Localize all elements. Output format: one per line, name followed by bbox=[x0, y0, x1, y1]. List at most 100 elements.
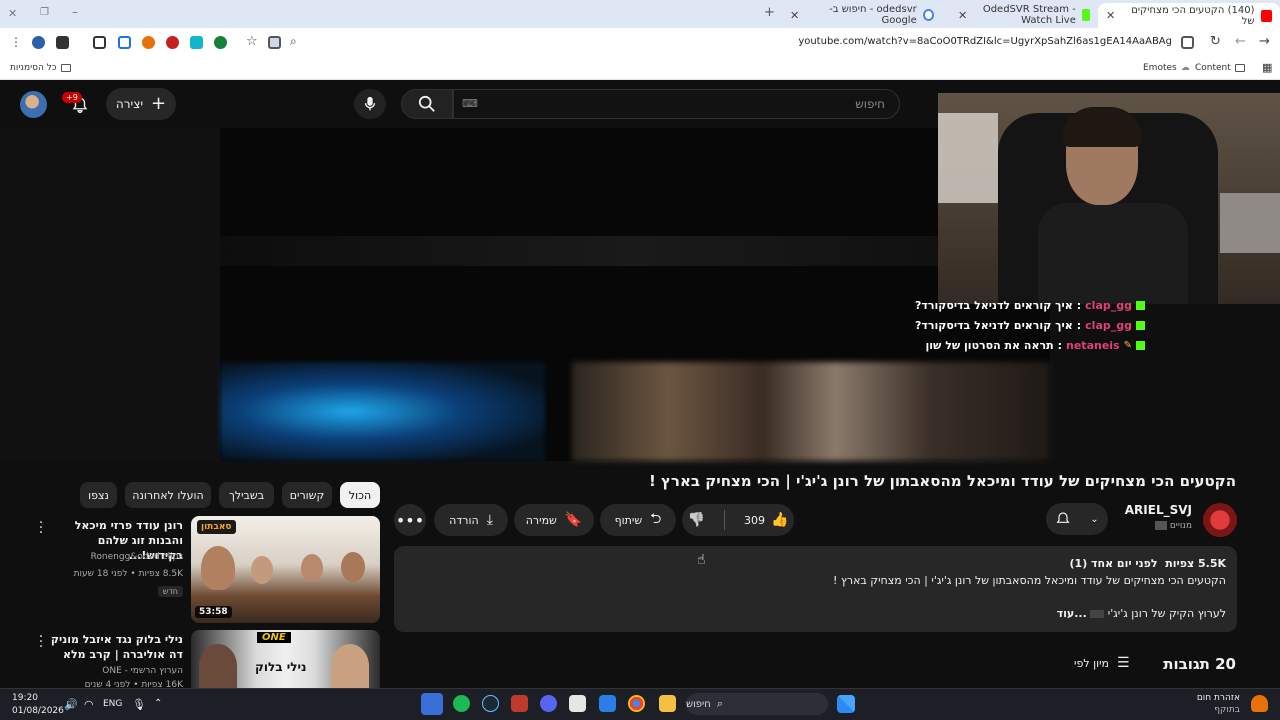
extension-icon[interactable] bbox=[190, 36, 203, 49]
chip-watched[interactable]: נצפו bbox=[80, 482, 117, 508]
search-icon bbox=[418, 95, 435, 112]
recommendation-channel[interactable]: הערוץ הרשמי - ONE bbox=[102, 666, 183, 676]
extension-icon[interactable] bbox=[142, 36, 155, 49]
clock-date[interactable]: 01/08/2026 bbox=[12, 706, 64, 716]
download-button[interactable]: ⤓ הורדה bbox=[434, 504, 508, 536]
chip-all[interactable]: הכול bbox=[340, 482, 380, 508]
share-button[interactable]: ⮌ שיתוף bbox=[600, 504, 676, 536]
clock-time[interactable]: 19:20 bbox=[12, 693, 38, 703]
microphone-icon[interactable]: 🎙 bbox=[132, 698, 146, 711]
video-frame-region bbox=[572, 362, 1050, 461]
taskbar-search[interactable]: ⌕ חיפוש bbox=[686, 693, 828, 715]
comments-count: 20 תגובות bbox=[1163, 655, 1236, 673]
app-icon[interactable] bbox=[569, 695, 586, 712]
bookmark-star-icon[interactable]: ☆ bbox=[246, 34, 258, 49]
thumbnail-fighter bbox=[199, 644, 237, 688]
save-button[interactable]: 🔖 שמירה bbox=[514, 504, 594, 536]
more-actions-button[interactable]: ••• bbox=[394, 504, 426, 536]
chip-for-you[interactable]: בשבילך bbox=[219, 482, 274, 508]
tab-google-search[interactable]: odedsvr - חיפוש ב-Google ✕ bbox=[782, 4, 942, 26]
thumbnail-fighter bbox=[331, 644, 369, 688]
thumbnail-person bbox=[341, 552, 365, 582]
video-title: הקטעים הכי מצחיקים של עודד ומיכאל מהסאבת… bbox=[648, 472, 1236, 490]
new-tab-icon[interactable]: + bbox=[764, 5, 775, 20]
address-bar: ⋮ ☆ ⌕ youtube.com/watch?v=8aCoO0TRdZI&lc… bbox=[0, 28, 1280, 58]
player-side-area bbox=[0, 128, 220, 461]
recommendation-meta: 16K צפיות • לפני 4 שנים bbox=[84, 680, 183, 688]
extensions-puzzle-icon[interactable] bbox=[93, 36, 106, 49]
extension-icon[interactable] bbox=[32, 36, 45, 49]
telegram-app-icon[interactable] bbox=[421, 693, 443, 715]
language-indicator[interactable]: ENG bbox=[103, 699, 122, 709]
like-button[interactable]: 👍 309 bbox=[744, 512, 788, 528]
video-duration: 53:58 bbox=[195, 606, 232, 618]
extension-icon[interactable] bbox=[166, 36, 179, 49]
spotify-app-icon[interactable] bbox=[453, 695, 470, 712]
chevron-up-icon[interactable]: ⌃ bbox=[154, 698, 162, 709]
back-icon[interactable]: → bbox=[1259, 34, 1270, 49]
keyboard-icon[interactable]: ⌨ bbox=[462, 97, 478, 110]
mouse-cursor-icon: ☝ bbox=[697, 552, 706, 568]
weather-alert-title[interactable]: אזהרת חום bbox=[1197, 693, 1240, 703]
close-tab-icon[interactable]: ✕ bbox=[1106, 9, 1115, 22]
app-icon[interactable] bbox=[511, 695, 528, 712]
extension-icon[interactable] bbox=[56, 36, 69, 49]
kick-icon bbox=[1136, 341, 1145, 350]
reload-icon[interactable]: ↻ bbox=[1210, 34, 1221, 49]
weather-alert-icon[interactable] bbox=[1251, 695, 1268, 712]
bookmark-content[interactable]: Content bbox=[1195, 63, 1245, 73]
tab-kick-stream[interactable]: OdedSVR Stream - Watch Live ✕ bbox=[950, 4, 1098, 26]
restore-window-icon[interactable]: ❐ bbox=[40, 7, 49, 18]
video-thumbnail[interactable]: ONE נילי בלוק bbox=[191, 630, 380, 688]
apps-grid-icon[interactable]: ▦ bbox=[1262, 61, 1272, 74]
avatar[interactable] bbox=[20, 91, 47, 118]
microphone-icon bbox=[364, 96, 376, 111]
all-bookmarks-button[interactable]: כל הסימניות bbox=[10, 63, 71, 73]
recommendation-channel[interactable]: Ronengg&oded clips bbox=[91, 552, 183, 562]
zoom-icon[interactable]: ⌕ bbox=[290, 34, 297, 49]
more-vertical-icon[interactable]: · · · bbox=[38, 516, 44, 540]
voice-search-button[interactable] bbox=[354, 89, 386, 119]
chip-related[interactable]: קשורים bbox=[282, 482, 332, 508]
menu-icon[interactable]: ⋮ bbox=[10, 35, 22, 49]
create-button[interactable]: + יצירה bbox=[106, 88, 176, 120]
close-window-icon[interactable]: ✕ bbox=[8, 7, 17, 20]
network-icon[interactable]: ◠ bbox=[84, 698, 94, 711]
bookmark-emotes[interactable]: Emotes ☁ bbox=[1143, 63, 1190, 73]
extension-icon[interactable] bbox=[118, 36, 131, 49]
site-settings-icon[interactable] bbox=[1181, 36, 1194, 49]
channel-avatar[interactable] bbox=[1203, 503, 1237, 537]
forward-icon[interactable]: ← bbox=[1235, 34, 1246, 49]
discord-app-icon[interactable] bbox=[540, 695, 557, 712]
channel-name[interactable]: ARIEL_SVJ bbox=[1125, 503, 1192, 517]
recommendation-title[interactable]: נילי בלוק נגד איזבל מוניק דה אוליברה | ק… bbox=[43, 632, 183, 662]
close-tab-icon[interactable]: ✕ bbox=[958, 9, 967, 22]
divider bbox=[724, 510, 726, 530]
tab-youtube-video[interactable]: (140) הקטעים הכי מצחיקים של ✕ bbox=[1098, 3, 1280, 28]
search-button[interactable] bbox=[401, 89, 453, 119]
steam-app-icon[interactable] bbox=[482, 695, 499, 712]
subscribed-button[interactable]: ⌄ bbox=[1046, 503, 1108, 535]
search-input[interactable]: חיפוש ⌨ bbox=[453, 89, 900, 119]
url-text[interactable]: youtube.com/watch?v=8aCoO0TRdZI&lc=UgyrX… bbox=[798, 36, 1172, 47]
kick-icon bbox=[1136, 321, 1145, 330]
store-app-icon[interactable] bbox=[599, 695, 616, 712]
close-tab-icon[interactable]: ✕ bbox=[790, 9, 799, 22]
description-text: הקטעים הכי מצחיקים של עודד ומיכאל מהסאבת… bbox=[833, 574, 1226, 587]
extension-icon[interactable] bbox=[214, 36, 227, 49]
video-thumbnail[interactable]: סאבתון 53:58 bbox=[191, 516, 380, 623]
show-more-link[interactable]: ...עוד bbox=[1057, 607, 1087, 620]
minimize-window-icon[interactable]: – bbox=[72, 5, 78, 19]
more-vertical-icon[interactable]: · · · bbox=[38, 630, 44, 654]
file-explorer-icon[interactable] bbox=[659, 695, 676, 712]
sort-comments-button[interactable]: ☰ מיון לפי bbox=[1074, 655, 1130, 671]
volume-icon[interactable]: 🔊 bbox=[64, 698, 78, 711]
thumbs-down-icon[interactable]: 👎 bbox=[688, 512, 705, 528]
chrome-app-icon[interactable] bbox=[628, 695, 645, 712]
bookmark-icon: 🔖 bbox=[564, 512, 583, 528]
folder-icon bbox=[60, 64, 71, 72]
translate-icon[interactable] bbox=[268, 36, 281, 49]
description-box[interactable]: 5.5K צפיות לפני יום אחד (1) הקטעים הכי מ… bbox=[394, 546, 1237, 632]
windows-start-icon[interactable] bbox=[837, 695, 855, 713]
chip-recently-uploaded[interactable]: הועלו לאחרונה bbox=[125, 482, 211, 508]
